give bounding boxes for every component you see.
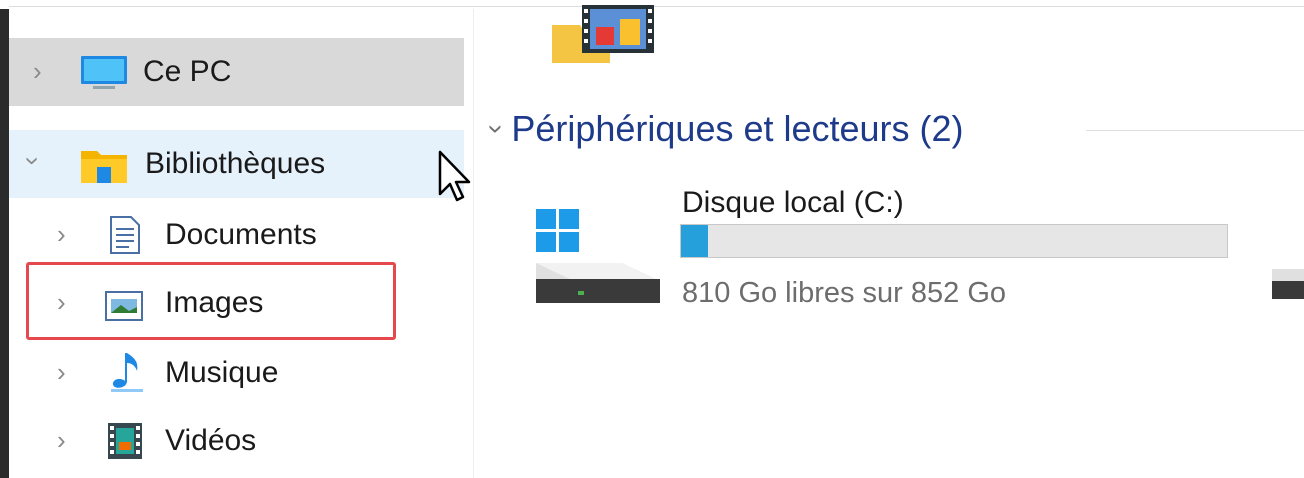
chevron-right-icon[interactable]: › [33,58,42,84]
group-divider [1086,130,1304,131]
nav-label-musique: Musique [165,356,279,389]
drive-usage-fill [681,225,708,257]
computer-icon [79,55,129,96]
libraries-folder-icon [79,145,129,190]
second-drive-icon[interactable] [1272,267,1304,303]
documents-icon [107,215,141,260]
highlight-annotation-box [26,262,396,340]
chevron-right-icon[interactable]: › [57,221,66,247]
chevron-right-icon[interactable]: › [57,359,66,385]
content-pane: › Périphériques et lecteurs (2) Disque l… [474,5,1304,478]
nav-label-ce-pc: Ce PC [143,55,232,88]
window-left-edge [0,0,9,478]
drive-usage-bar [680,224,1228,258]
mouse-pointer-icon [438,150,472,209]
chevron-down-icon[interactable]: › [18,157,48,166]
videos-folder-thumbnail-icon[interactable] [550,5,660,70]
videos-icon [107,422,143,465]
music-icon [107,351,147,398]
chevron-right-icon[interactable]: › [57,427,66,453]
drive-free-space: 810 Go libres sur 852 Go [682,277,1007,309]
nav-label-bibliotheques: Bibliothèques [145,147,326,180]
nav-item-ce-pc[interactable]: › Ce PC [9,38,464,106]
drive-name: Disque local (C:) [682,186,904,219]
nav-item-videos[interactable]: › Vidéos [9,407,464,475]
nav-item-musique[interactable]: › Musique [9,339,464,407]
chevron-down-icon[interactable]: › [482,124,513,133]
group-title: Périphériques et lecteurs (2) [511,108,964,149]
nav-label-videos: Vidéos [165,424,257,457]
nav-label-documents: Documents [165,218,317,251]
nav-item-bibliotheques[interactable]: › Bibliothèques [9,130,464,198]
navigation-pane: › Ce PC › Bibliothèques › Documents › Im… [9,9,474,478]
nav-item-documents[interactable]: › Documents [9,201,464,269]
windows-drive-icon [532,207,664,318]
group-header-devices[interactable]: › Périphériques et lecteurs (2) [482,104,964,154]
